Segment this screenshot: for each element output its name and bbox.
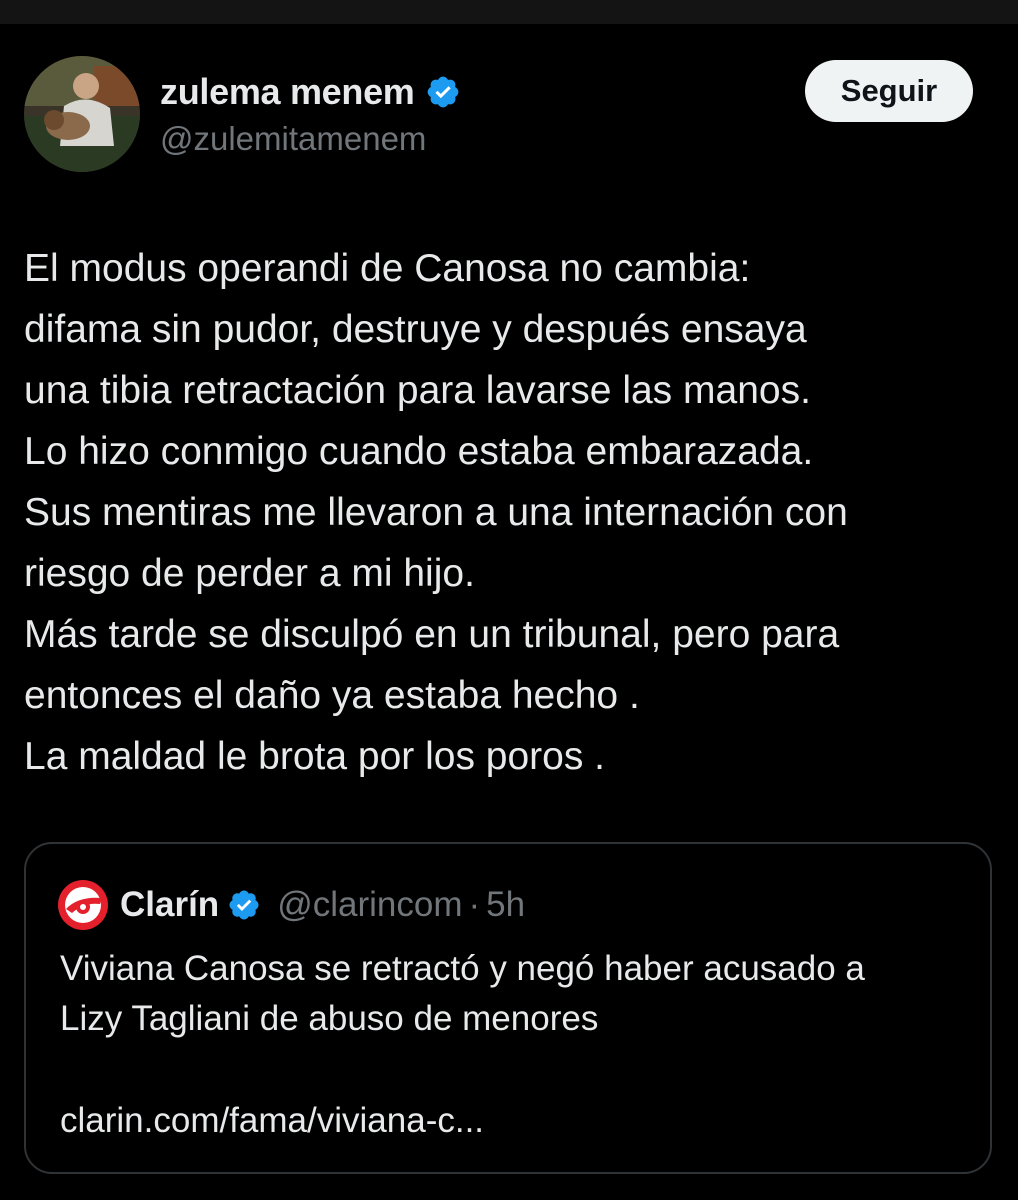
tweet-text-line: El modus operandi de Canosa no cambia: bbox=[24, 247, 751, 290]
tweet-text-line: riesgo de perder a mi hijo. bbox=[24, 552, 475, 595]
quoted-timestamp[interactable]: 5h bbox=[486, 885, 525, 925]
avatar[interactable] bbox=[24, 56, 140, 172]
tweet-text-line: entonces el daño ya estaba hecho . bbox=[24, 674, 640, 717]
tweet-text-line: difama sin pudor, destruye y después ens… bbox=[24, 308, 807, 351]
quoted-link[interactable]: clarin.com/fama/viviana-c... bbox=[60, 1096, 484, 1146]
top-bar bbox=[0, 0, 1018, 24]
quoted-handle[interactable]: @clarincom bbox=[277, 885, 462, 925]
quoted-tweet-text: Viviana Canosa se retractó y negó haber … bbox=[60, 944, 980, 1044]
quoted-separator: · bbox=[468, 885, 481, 924]
author-display-name[interactable]: zulema menem bbox=[160, 71, 415, 113]
quoted-text-line: Lizy Tagliani de abuso de menores bbox=[60, 999, 599, 1038]
quoted-tweet-card[interactable]: Clarín @clarincom · 5h Viviana Canosa se… bbox=[24, 842, 992, 1174]
tweet-header: zulema menem @zulemitamenem Seguir bbox=[24, 56, 976, 176]
tweet-text-line: Lo hizo conmigo cuando estaba embarazada… bbox=[24, 430, 814, 473]
tweet-text: El modus operandi de Canosa no cambia: d… bbox=[24, 238, 984, 787]
follow-button[interactable]: Seguir bbox=[805, 60, 973, 122]
quoted-tweet-header: Clarín @clarincom · 5h bbox=[58, 880, 525, 930]
quoted-display-name[interactable]: Clarín bbox=[120, 885, 219, 925]
quoted-text-line: Viviana Canosa se retractó y negó haber … bbox=[60, 949, 865, 988]
author-name-row[interactable]: zulema menem bbox=[160, 70, 461, 114]
clarin-logo-icon[interactable] bbox=[58, 880, 108, 930]
tweet-text-line: La maldad le brota por los poros . bbox=[24, 735, 606, 778]
verified-badge-icon bbox=[425, 74, 461, 110]
verified-badge-icon bbox=[227, 888, 261, 922]
author-handle[interactable]: @zulemitamenem bbox=[160, 120, 426, 158]
tweet-text-line: Más tarde se disculpó en un tribunal, pe… bbox=[24, 613, 840, 656]
tweet-text-line: una tibia retractación para lavarse las … bbox=[24, 369, 811, 412]
tweet-text-line: Sus mentiras me llevaron a una internaci… bbox=[24, 491, 848, 534]
